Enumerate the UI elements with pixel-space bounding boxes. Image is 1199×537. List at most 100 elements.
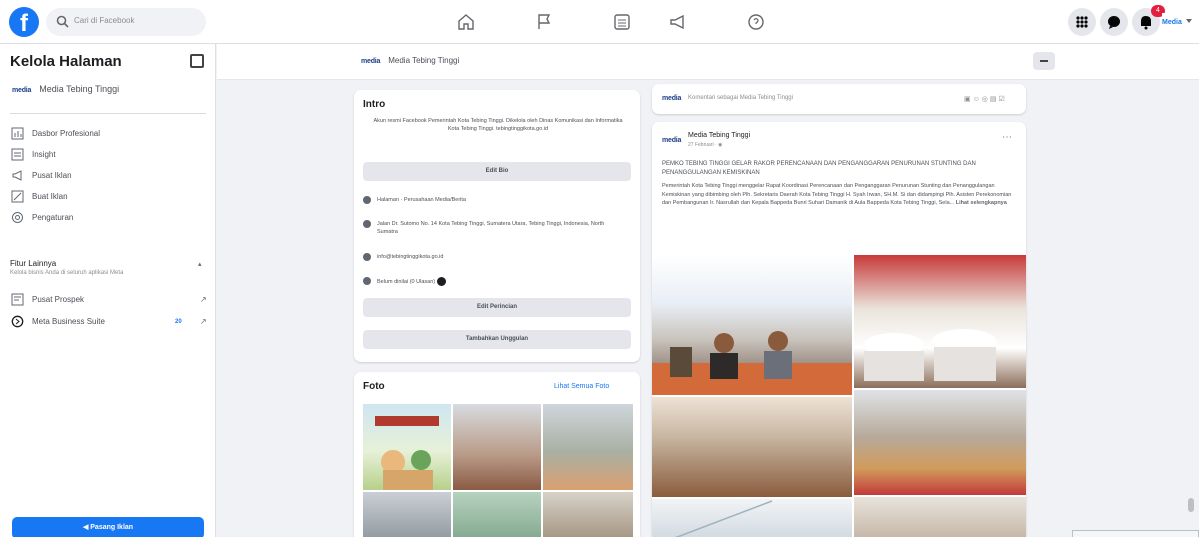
promote-button[interactable]: ◀ Pasang Iklan — [12, 517, 204, 537]
photo-thumbnail[interactable] — [453, 492, 541, 537]
info-row-address: Jalan Dr. Sutomo No. 14 Kota Tebing Ting… — [363, 220, 633, 236]
post-timestamp[interactable]: 27 Februari · ◉ — [688, 142, 722, 148]
post-photo[interactable] — [652, 499, 852, 537]
page-options-button[interactable] — [1033, 52, 1055, 70]
chat-tab-stub[interactable] — [1072, 530, 1199, 537]
more-features-subtitle: Kelola bisnis Anda di seluruh aplikasi M… — [10, 270, 124, 276]
page-logo: media — [12, 87, 32, 94]
post-photo[interactable] — [854, 390, 1026, 495]
stunting-poster-illustration — [375, 416, 439, 490]
collapse-chevron-icon[interactable]: ▴ — [198, 260, 202, 268]
post-author-logo: media — [662, 137, 682, 144]
collapse-sidebar-icon[interactable] — [190, 54, 204, 68]
edit-bio-button[interactable]: Edit Bio — [363, 162, 631, 181]
post-photo-collage — [652, 255, 1026, 537]
insight-icon — [11, 148, 24, 161]
info-row-rating: Belum dinilai (0 Ulasan) — [363, 277, 633, 286]
page-header: media Media Tebing Tinggi — [217, 44, 1199, 80]
photo-grid — [363, 404, 633, 537]
sidebar-divider — [10, 113, 206, 114]
more-features-title[interactable]: Fitur Lainnya — [10, 259, 56, 268]
top-navigation-bar: f Cari di Facebook 4 Media — [0, 0, 1199, 44]
page-logo: media — [361, 58, 381, 65]
post-photo[interactable] — [652, 255, 852, 395]
post-author[interactable]: Media Tebing Tinggi — [688, 132, 750, 139]
dashboard-icon — [11, 127, 24, 140]
megaphone-icon[interactable] — [668, 12, 688, 32]
account-caret-icon[interactable] — [1186, 19, 1192, 23]
account-avatar[interactable]: Media — [1162, 13, 1184, 33]
photos-card: Foto Lihat Semua Foto — [354, 372, 640, 537]
post-photo[interactable] — [854, 497, 1026, 537]
add-featured-button[interactable]: Tambahkan Unggulan — [363, 330, 631, 349]
screen-projection-illustration — [675, 500, 773, 537]
sidebar-item-settings[interactable]: Pengaturan — [11, 211, 73, 229]
post-photo[interactable] — [854, 255, 1026, 388]
info-row-email[interactable]: info@tebingtinggikota.go.id — [363, 253, 633, 261]
page-logo: media — [662, 95, 682, 102]
email-icon — [363, 253, 371, 261]
search-input[interactable]: Cari di Facebook — [46, 8, 206, 36]
globe-icon: ◉ — [718, 142, 723, 148]
post-photo[interactable] — [652, 397, 852, 497]
info-row-category: Halaman · Perusahaan Media/Berita — [363, 196, 633, 204]
post-body: Pemerintah Kota Tebing Tinggi menggelar … — [662, 183, 1012, 206]
meeting-scene-illustration — [652, 331, 852, 395]
comment-as-page-bar[interactable]: media Komentari sebagai Media Tebing Tin… — [652, 84, 1026, 114]
more-icon — [1040, 60, 1048, 62]
sidebar-item-ad-center[interactable]: Pusat Iklan — [11, 169, 72, 187]
pages-icon[interactable] — [612, 12, 632, 32]
home-icon[interactable] — [456, 12, 476, 32]
menu-button[interactable] — [1068, 8, 1096, 36]
photo-thumbnail[interactable] — [543, 492, 633, 537]
grid-menu-icon — [1076, 16, 1088, 28]
intro-description: Akun resmi Facebook Pemerintah Kota Tebi… — [373, 118, 623, 132]
edit-details-button[interactable]: Edit Perincian — [363, 298, 631, 317]
search-placeholder: Cari di Facebook — [74, 16, 135, 25]
search-icon — [56, 15, 69, 28]
post-more-options-icon[interactable]: ⋯ — [1002, 132, 1012, 143]
sidebar-title: Kelola Halaman — [10, 53, 122, 70]
banquet-tables-illustration — [864, 329, 996, 381]
flag-icon[interactable] — [534, 12, 554, 32]
sidebar-item-create-ad[interactable]: Buat Iklan — [11, 190, 68, 208]
intro-title: Intro — [363, 99, 386, 110]
photo-thumbnail[interactable] — [453, 404, 541, 490]
intro-card: Intro Akun resmi Facebook Pemerintah Kot… — [354, 90, 640, 362]
create-ad-icon — [11, 190, 24, 203]
sidebar-page-switcher[interactable]: media Media Tebing Tinggi — [12, 84, 119, 94]
sidebar-item-professional-dashboard[interactable]: Dasbor Profesional — [11, 127, 100, 145]
info-circle-icon[interactable] — [437, 277, 447, 286]
business-suite-badge: 20 — [175, 319, 182, 325]
sidebar-item-insight[interactable]: Insight — [11, 148, 56, 166]
info-icon — [363, 196, 371, 204]
external-link-icon: ↗ — [200, 295, 207, 304]
rating-icon — [363, 277, 371, 285]
manage-page-sidebar: Kelola Halaman media Media Tebing Tinggi … — [0, 44, 216, 537]
sidebar-item-meta-business-suite[interactable]: Meta Business Suite — [11, 315, 105, 333]
leads-icon — [11, 293, 24, 306]
photo-thumbnail[interactable] — [543, 404, 633, 490]
photo-thumbnail[interactable] — [363, 404, 451, 490]
sidebar-item-leads-center[interactable]: Pusat Prospek — [11, 293, 84, 311]
help-icon[interactable] — [746, 12, 766, 32]
ad-center-icon — [12, 170, 22, 181]
messenger-icon — [1108, 16, 1120, 29]
facebook-logo-icon[interactable]: f — [9, 7, 39, 37]
messenger-button[interactable] — [1100, 8, 1128, 36]
see-more-link[interactable]: Lihat selengkapnya — [956, 200, 1007, 206]
composer-reaction-icons[interactable]: ▣☺◎▤☑ — [964, 95, 1007, 103]
sidebar-page-name: Media Tebing Tinggi — [39, 84, 120, 94]
settings-icon — [12, 212, 23, 223]
page-header-title[interactable]: media Media Tebing Tinggi — [361, 56, 459, 65]
page-scrollbar[interactable] — [1188, 498, 1194, 512]
feed-post: media Media Tebing Tinggi 27 Februari · … — [652, 122, 1026, 537]
business-suite-icon — [11, 315, 24, 328]
location-icon — [363, 220, 371, 228]
composer-placeholder: Komentari sebagai Media Tebing Tinggi — [688, 95, 793, 101]
photos-title: Foto — [363, 381, 385, 392]
see-all-photos-link[interactable]: Lihat Semua Foto — [554, 383, 609, 390]
post-headline: PEMKO TEBING TINGGI GELAR RAKOR PERENCAN… — [662, 161, 976, 176]
photo-thumbnail[interactable] — [363, 492, 451, 537]
external-link-icon: ↗ — [200, 317, 207, 326]
